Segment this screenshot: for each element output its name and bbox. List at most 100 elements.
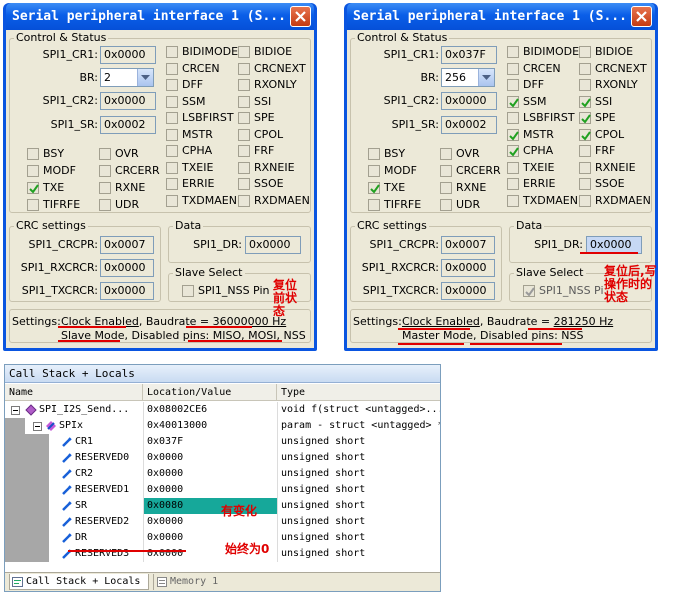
- checkbox-ssm[interactable]: SSM: [507, 94, 579, 110]
- column-header-value[interactable]: Location/Value: [143, 384, 277, 401]
- checkbox-crcnext[interactable]: CRCNEXT: [238, 61, 310, 77]
- nss-pin-checkbox[interactable]: SPI1_NSS Pin: [182, 283, 276, 299]
- txcrcr-field[interactable]: 0x0000: [100, 282, 154, 300]
- tree-collapse-toggle[interactable]: [33, 422, 42, 431]
- tab-call-stack-locals[interactable]: Call Stack + Locals: [9, 574, 149, 590]
- table-row[interactable]: DR 0x0000 unsigned short: [5, 530, 440, 546]
- checkbox-txe[interactable]: TXE: [368, 180, 436, 196]
- column-header-name[interactable]: Name: [5, 384, 143, 401]
- checkbox-rxneie[interactable]: RXNEIE: [238, 160, 310, 176]
- checkbox-dff[interactable]: DFF: [507, 77, 579, 93]
- close-button[interactable]: [290, 6, 311, 27]
- br-select[interactable]: 256: [441, 68, 495, 87]
- chevron-down-icon[interactable]: [478, 69, 494, 86]
- table-row[interactable]: RESERVED1 0x0000 unsigned short: [5, 482, 440, 498]
- checkbox-ssi[interactable]: SSI: [579, 94, 651, 110]
- checkbox-dff[interactable]: DFF: [166, 77, 238, 93]
- checkbox-ssi[interactable]: SSI: [238, 94, 310, 110]
- table-row[interactable]: RESERVED3 0x0000 unsigned short: [5, 546, 440, 562]
- checkbox-spe[interactable]: SPE: [238, 110, 310, 126]
- checkbox-frf[interactable]: FRF: [238, 143, 310, 159]
- checkbox-crcerr[interactable]: CRCERR: [99, 163, 167, 179]
- checkbox-bidioe[interactable]: BIDIOE: [238, 44, 310, 60]
- checkbox-crcen[interactable]: CRCEN: [166, 61, 238, 77]
- cr2-field[interactable]: 0x0000: [100, 92, 156, 110]
- checkbox-crcen[interactable]: CRCEN: [507, 61, 579, 77]
- checkbox-rxdmaen[interactable]: RXDMAEN: [579, 193, 651, 209]
- rxcrcr-field[interactable]: 0x0000: [100, 259, 154, 277]
- cr2-field[interactable]: 0x0000: [441, 92, 497, 110]
- checkbox-rxonly[interactable]: RXONLY: [238, 77, 310, 93]
- checkbox-rxneie[interactable]: RXNEIE: [579, 160, 651, 176]
- checkbox-rxdmaen[interactable]: RXDMAEN: [238, 193, 310, 209]
- checkbox-txdmaen[interactable]: TXDMAEN: [507, 193, 579, 209]
- checkbox-txeie[interactable]: TXEIE: [166, 160, 238, 176]
- rxcrcr-field[interactable]: 0x0000: [441, 259, 495, 277]
- checkbox-bidioe[interactable]: BIDIOE: [579, 44, 651, 60]
- cr1-field[interactable]: 0x037F: [441, 46, 497, 64]
- sr-field[interactable]: 0x0002: [441, 116, 497, 134]
- crcpr-field[interactable]: 0x0007: [100, 236, 154, 254]
- cr1-field[interactable]: 0x0000: [100, 46, 156, 64]
- column-header-type[interactable]: Type: [277, 384, 440, 401]
- nss-pin-checkbox[interactable]: SPI1_NSS Pi: [523, 283, 605, 299]
- checkbox-cpol[interactable]: CPOL: [579, 127, 651, 143]
- table-row[interactable]: CR2 0x0000 unsigned short: [5, 466, 440, 482]
- txcrcr-field[interactable]: 0x0000: [441, 282, 495, 300]
- checkbox-crcerr[interactable]: CRCERR: [440, 163, 508, 179]
- br-select[interactable]: 2: [100, 68, 154, 87]
- checkbox-modf[interactable]: MODF: [368, 163, 436, 179]
- chevron-down-icon[interactable]: [137, 69, 153, 86]
- checkbox-frf[interactable]: FRF: [579, 143, 651, 159]
- dialog-title-bar[interactable]: Serial peripheral interface 1 (S...: [6, 3, 314, 30]
- checkbox-modf[interactable]: MODF: [27, 163, 95, 179]
- checkbox-rxne[interactable]: RXNE: [440, 180, 508, 196]
- checkbox-lsbfirst[interactable]: LSBFIRST: [166, 110, 238, 126]
- dr-field[interactable]: 0x0000: [245, 236, 301, 254]
- checkbox-bidimode[interactable]: BIDIMODE: [166, 44, 238, 60]
- row-value[interactable]: 0x0000: [143, 466, 277, 482]
- checkbox-mstr[interactable]: MSTR: [507, 127, 579, 143]
- checkbox-ovr[interactable]: OVR: [99, 146, 167, 162]
- checkbox-spe[interactable]: SPE: [579, 110, 651, 126]
- checkbox-txdmaen[interactable]: TXDMAEN: [166, 193, 238, 209]
- tree-collapse-toggle[interactable]: [11, 406, 20, 415]
- checkbox-bsy[interactable]: BSY: [27, 146, 95, 162]
- tab-memory-1[interactable]: Memory 1: [153, 574, 227, 590]
- checkbox-cpha[interactable]: CPHA: [507, 143, 579, 159]
- checkbox-bidimode[interactable]: BIDIMODE: [507, 44, 579, 60]
- checkbox-ssoe[interactable]: SSOE: [238, 176, 310, 192]
- close-button[interactable]: [631, 6, 652, 27]
- row-value[interactable]: 0x037F: [143, 434, 277, 450]
- table-row[interactable]: SPIx 0x40013000 param - struct <untagged> …: [5, 418, 440, 434]
- checkbox-errie[interactable]: ERRIE: [507, 176, 579, 192]
- checkbox-errie[interactable]: ERRIE: [166, 176, 238, 192]
- table-row[interactable]: CR1 0x037F unsigned short: [5, 434, 440, 450]
- row-value[interactable]: 0x08002CE6: [143, 402, 277, 418]
- crcpr-field[interactable]: 0x0007: [441, 236, 495, 254]
- dialog-title-bar[interactable]: Serial peripheral interface 1 (S...: [347, 3, 655, 30]
- checkbox-txeie[interactable]: TXEIE: [507, 160, 579, 176]
- sr-field[interactable]: 0x0002: [100, 116, 156, 134]
- checkbox-ssoe[interactable]: SSOE: [579, 176, 651, 192]
- checkbox-udr[interactable]: UDR: [99, 197, 167, 213]
- checkbox-tifrfe[interactable]: TIFRFE: [368, 197, 436, 213]
- table-row[interactable]: RESERVED0 0x0000 unsigned short: [5, 450, 440, 466]
- row-value[interactable]: 0x0000: [143, 482, 277, 498]
- checkbox-bsy[interactable]: BSY: [368, 146, 436, 162]
- checkbox-crcnext[interactable]: CRCNEXT: [579, 61, 651, 77]
- checkbox-tifrfe[interactable]: TIFRFE: [27, 197, 95, 213]
- checkbox-rxonly[interactable]: RXONLY: [579, 77, 651, 93]
- checkbox-cpha[interactable]: CPHA: [166, 143, 238, 159]
- checkbox-ovr[interactable]: OVR: [440, 146, 508, 162]
- checkbox-ssm[interactable]: SSM: [166, 94, 238, 110]
- checkbox-cpol[interactable]: CPOL: [238, 127, 310, 143]
- checkbox-mstr[interactable]: MSTR: [166, 127, 238, 143]
- checkbox-txe[interactable]: TXE: [27, 180, 95, 196]
- row-value[interactable]: 0x40013000: [143, 418, 277, 434]
- row-value[interactable]: 0x0000: [143, 450, 277, 466]
- checkbox-lsbfirst[interactable]: LSBFIRST: [507, 110, 579, 126]
- checkbox-rxne[interactable]: RXNE: [99, 180, 167, 196]
- table-row[interactable]: SPI_I2S_Send... 0x08002CE6 void f(struct <…: [5, 402, 440, 418]
- checkbox-udr[interactable]: UDR: [440, 197, 508, 213]
